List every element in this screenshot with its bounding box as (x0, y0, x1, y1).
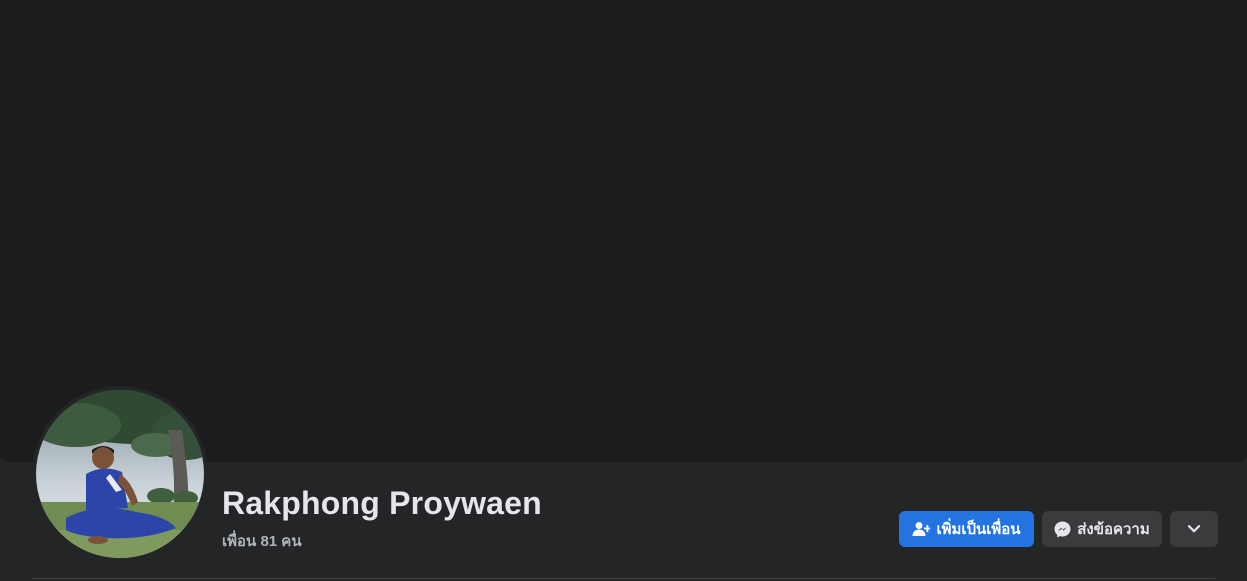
avatar-photo (36, 390, 204, 558)
add-friend-button[interactable]: เพิ่มเป็นเพื่อน (899, 511, 1034, 547)
message-label: ส่งข้อความ (1077, 521, 1150, 538)
friends-count[interactable]: เพื่อน 81 คน (222, 529, 302, 553)
cover-photo[interactable] (0, 0, 1247, 462)
person-plus-icon (912, 521, 931, 537)
chevron-down-icon (1188, 525, 1200, 533)
add-friend-label: เพิ่มเป็นเพื่อน (936, 521, 1021, 538)
profile-avatar[interactable] (36, 390, 204, 558)
more-options-button[interactable] (1170, 511, 1218, 547)
divider (32, 578, 1215, 579)
profile-name: Rakphong Proywaen (222, 485, 542, 521)
messenger-icon (1054, 521, 1071, 538)
message-button[interactable]: ส่งข้อความ (1042, 511, 1162, 547)
